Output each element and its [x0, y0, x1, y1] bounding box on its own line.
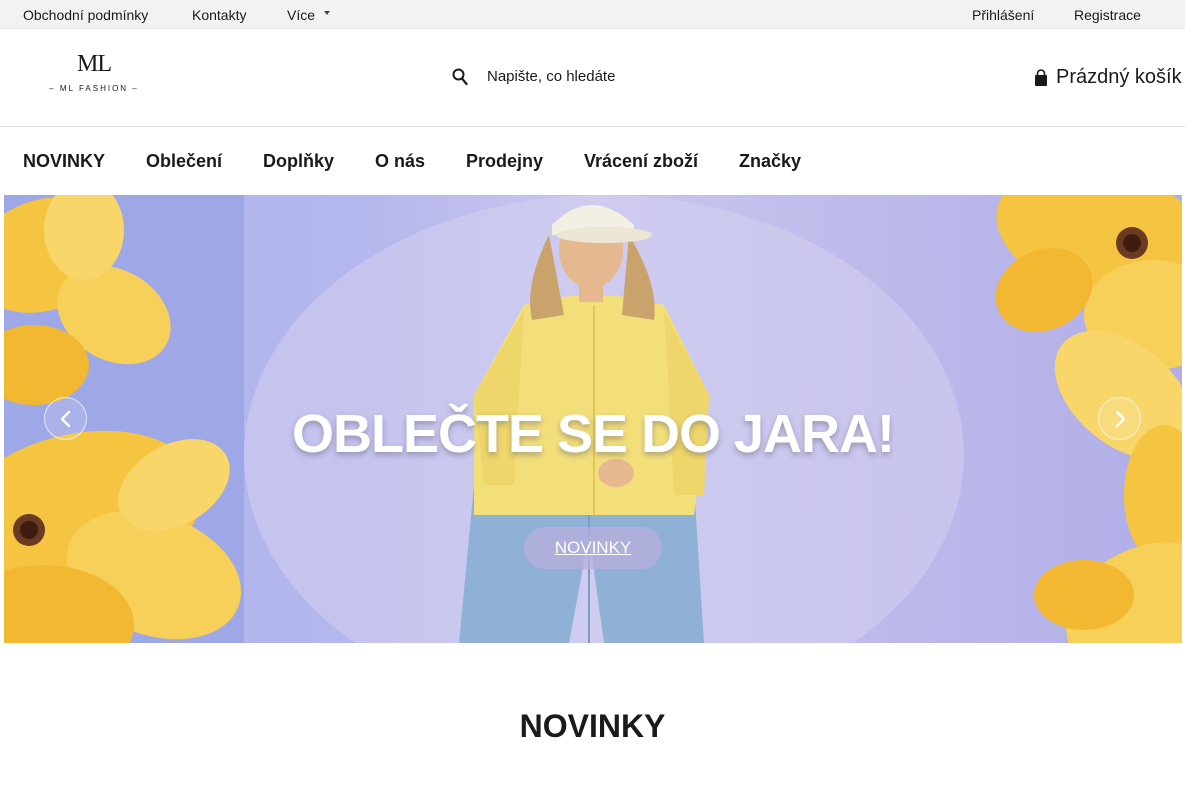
- login-link[interactable]: Přihlášení: [972, 7, 1034, 23]
- chevron-left-icon: [60, 410, 71, 428]
- top-utility-bar: Obchodní podmínky Kontakty Více Přihláše…: [0, 0, 1185, 29]
- hero-headline: OBLEČTE SE DO JARA!: [291, 404, 895, 464]
- carousel-next-button[interactable]: [1098, 397, 1141, 440]
- logo[interactable]: ML – ML FASHION –: [44, 51, 144, 97]
- cart-icon: [1035, 69, 1047, 86]
- chevron-right-icon: [1115, 410, 1126, 428]
- site-header: ML – ML FASHION – Napište, co hledáte Pr…: [0, 29, 1185, 127]
- cart-button[interactable]: Prázdný košík: [1034, 63, 1185, 93]
- contacts-link[interactable]: Kontakty: [192, 7, 246, 23]
- search-field[interactable]: Napište, co hledáte: [452, 63, 712, 91]
- logo-monogram: ML: [77, 51, 112, 77]
- nav-item-prodejny[interactable]: Prodejny: [466, 151, 543, 172]
- chevron-down-icon[interactable]: [324, 11, 330, 15]
- nav-item-o-nas[interactable]: O nás: [375, 151, 425, 172]
- terms-link[interactable]: Obchodní podmínky: [23, 7, 148, 23]
- cart-label: Prázdný košík: [1056, 66, 1182, 88]
- main-nav: NOVINKY Oblečení Doplňky O nás Prodejny …: [0, 127, 1185, 195]
- nav-item-znacky[interactable]: Značky: [739, 151, 801, 172]
- nav-item-obleceni[interactable]: Oblečení: [146, 151, 222, 172]
- carousel-prev-button[interactable]: [44, 397, 87, 440]
- hero-banner[interactable]: OBLEČTE SE DO JARA! NOVINKY: [4, 195, 1182, 643]
- nav-item-vraceni-zbozi[interactable]: Vrácení zboží: [584, 151, 698, 172]
- hero-cta-button[interactable]: NOVINKY: [524, 527, 662, 569]
- search-icon[interactable]: [452, 68, 468, 86]
- search-input[interactable]: Napište, co hledáte: [487, 68, 615, 85]
- nav-item-doplnky[interactable]: Doplňky: [263, 151, 334, 172]
- logo-brand: – ML FASHION –: [49, 84, 139, 93]
- section-title: NOVINKY: [519, 708, 666, 744]
- nav-item-novinky[interactable]: NOVINKY: [23, 151, 105, 172]
- more-menu[interactable]: Více: [287, 7, 315, 23]
- register-link[interactable]: Registrace: [1074, 7, 1141, 23]
